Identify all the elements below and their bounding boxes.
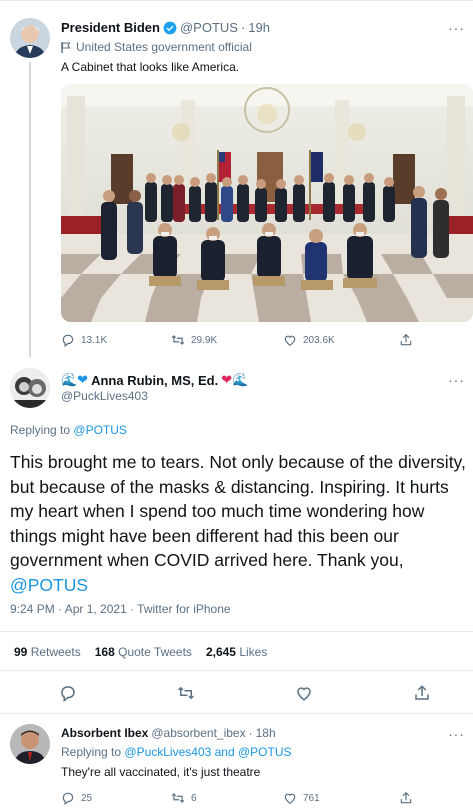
retweets-count: 99 [14, 645, 28, 659]
share-icon [400, 791, 412, 804]
tweet-text: This brought me to tears. Not only becau… [10, 450, 470, 597]
retweet-count: 6 [191, 792, 197, 804]
retweet-icon [171, 793, 185, 803]
government-flag-icon [61, 41, 71, 53]
author-name[interactable]: Anna Rubin, MS, Ed. [91, 373, 218, 388]
tweet-time[interactable]: 18h [256, 726, 276, 740]
retweet-button[interactable]: 6 [171, 791, 197, 805]
avatar[interactable] [10, 724, 50, 764]
name-emoji-suffix: ❤🌊 [221, 372, 249, 387]
avatar[interactable] [10, 18, 50, 58]
replying-prefix: Replying to [61, 745, 122, 759]
like-icon [284, 793, 296, 804]
replying-to: Replying to @PuckLives403 and @POTUS [61, 745, 292, 759]
tweet-text: A Cabinet that looks like America. [61, 60, 240, 74]
government-label[interactable]: United States government official [61, 40, 252, 54]
replying-to: Replying to @POTUS [10, 423, 127, 437]
tweet-header: 🌊❤ Anna Rubin, MS, Ed. ❤🌊 [61, 372, 248, 388]
tweet-header: Absorbent Ibex @absorbent_ibex · 18h [61, 726, 276, 740]
divider [0, 713, 473, 714]
divider [0, 670, 473, 671]
mention-link[interactable]: @POTUS [10, 575, 88, 595]
tweet-stats: 99 Retweets 168 Quote Tweets 2,645 Likes [14, 645, 267, 659]
author-handle[interactable]: @PuckLives403 [61, 389, 148, 403]
replying-mention-link[interactable]: @POTUS [73, 423, 127, 437]
tweet-time[interactable]: 19h [248, 20, 270, 35]
reply-icon [62, 792, 74, 805]
retweet-icon [171, 335, 185, 345]
tweet-actions: 13.1K 29.9K 203.6K [61, 333, 461, 347]
share-button[interactable] [413, 684, 431, 707]
avatar[interactable] [10, 368, 50, 408]
more-icon[interactable]: ··· [448, 726, 465, 742]
retweets-label: Retweets [30, 645, 81, 659]
tweet-actions: 25 6 761 [61, 791, 461, 805]
tweet-text: They're all vaccinated, it's just theatr… [61, 765, 261, 779]
quote-tweets-stat[interactable]: 168 Quote Tweets [95, 645, 192, 659]
like-button[interactable]: 203.6K [283, 333, 335, 347]
retweet-icon [177, 686, 195, 700]
retweet-button[interactable]: 29.9K [171, 333, 217, 347]
replying-mention-link[interactable]: @PuckLives403 and @POTUS [124, 745, 291, 759]
tweet-president[interactable]: President Biden @POTUS · 19h United Stat… [0, 0, 473, 357]
reply-icon [62, 334, 74, 347]
quote-count: 168 [94, 645, 115, 659]
like-button[interactable]: 761 [283, 791, 320, 805]
more-icon[interactable]: ··· [448, 372, 465, 388]
likes-count: 2,645 [205, 645, 236, 659]
cabinet-photo-image [61, 84, 473, 322]
reply-button[interactable]: 13.1K [61, 333, 107, 347]
quote-label: Quote Tweets [118, 645, 192, 659]
share-button[interactable] [399, 333, 413, 347]
more-icon[interactable]: ··· [448, 20, 465, 36]
name-emoji-prefix: 🌊❤ [61, 372, 89, 387]
divider [0, 631, 473, 632]
tweet-timestamp[interactable]: 9:24 PM · Apr 1, 2021 · Twitter for iPho… [10, 602, 231, 616]
likes-stat[interactable]: 2,645 Likes [206, 645, 267, 659]
like-icon [297, 687, 311, 701]
replying-prefix: Replying to [10, 423, 71, 437]
like-icon [284, 335, 296, 346]
like-count: 203.6K [303, 334, 335, 346]
author-handle[interactable]: @absorbent_ibex [151, 726, 245, 740]
share-icon [415, 685, 429, 700]
share-button[interactable] [399, 791, 413, 805]
tweet-photo[interactable] [61, 84, 473, 322]
thread-line [29, 62, 31, 357]
tweet-body: This brought me to tears. Not only becau… [10, 452, 466, 570]
reply-icon [61, 686, 75, 703]
author-name[interactable]: Absorbent Ibex [61, 726, 148, 740]
author-name[interactable]: President Biden [61, 20, 160, 35]
reply-count: 25 [81, 792, 93, 804]
like-button[interactable] [295, 684, 313, 707]
government-label-text: United States government official [76, 40, 252, 54]
retweet-count: 29.9K [191, 334, 218, 346]
tweet-header: President Biden @POTUS · 19h [61, 20, 270, 35]
retweet-button[interactable] [177, 684, 195, 707]
like-count: 761 [303, 792, 320, 804]
author-handle[interactable]: @POTUS [180, 20, 238, 35]
share-icon [400, 333, 412, 346]
reply-count: 13.1K [81, 334, 108, 346]
retweets-stat[interactable]: 99 Retweets [14, 645, 81, 659]
likes-label: Likes [239, 645, 268, 659]
reply-button[interactable] [59, 684, 77, 707]
verified-badge-icon [163, 21, 177, 34]
reply-button[interactable]: 25 [61, 791, 92, 805]
